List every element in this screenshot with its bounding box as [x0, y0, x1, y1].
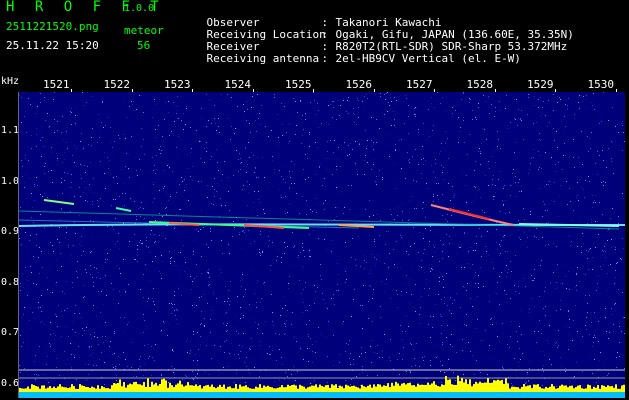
mode-label: meteor — [124, 24, 164, 37]
freq-tick-label: 0.6 — [1, 377, 20, 389]
time-tick-label: 1529 — [527, 78, 554, 91]
freq-unit-label: kHz — [1, 76, 20, 87]
spectrogram-background — [19, 92, 625, 398]
info-row-antenna: Receiving antenna: 2el-HB9CV Vertical (e… — [206, 52, 521, 65]
date-time: 25.11.22 15:20 — [6, 39, 99, 52]
meteor-count: 56 — [137, 39, 151, 52]
time-axis: 1521 1522 1523 1524 1525 1526 1527 1528 1529 1530 — [19, 76, 625, 93]
freq-tick-label: 1.1 — [1, 125, 20, 136]
spectrogram — [19, 92, 625, 398]
info-value: 2el-HB9CV Vertical (el. E-W) — [335, 52, 521, 65]
time-tick-label: 1521 — [43, 78, 70, 91]
time-tick-label: 1528 — [466, 78, 494, 91]
info-key: Receiving antenna — [206, 52, 320, 65]
time-tick-label: 1522 — [103, 78, 131, 91]
freq-tick-label: 0.9 — [1, 226, 20, 237]
level-baseline — [19, 392, 625, 398]
time-tick-label: 1524 — [224, 78, 252, 91]
app-version: 1.0.0 — [124, 3, 155, 14]
freq-tick-label: 1.0 — [1, 175, 20, 187]
freq-tick-label: 0.8 — [1, 276, 20, 288]
time-tick-label: 1525 — [285, 78, 312, 91]
time-tick-label: 1527 — [406, 78, 433, 91]
time-tick-label: 1530 — [587, 78, 615, 91]
freq-tick-label: 0.7 — [1, 327, 20, 338]
hroft-screen: H R O F F T 1.0.0 2511221520.png meteor … — [0, 0, 629, 400]
time-tick-label: 1526 — [345, 78, 373, 91]
file-name: 2511221520.png — [6, 20, 99, 33]
time-tick-label: 1523 — [164, 78, 191, 91]
